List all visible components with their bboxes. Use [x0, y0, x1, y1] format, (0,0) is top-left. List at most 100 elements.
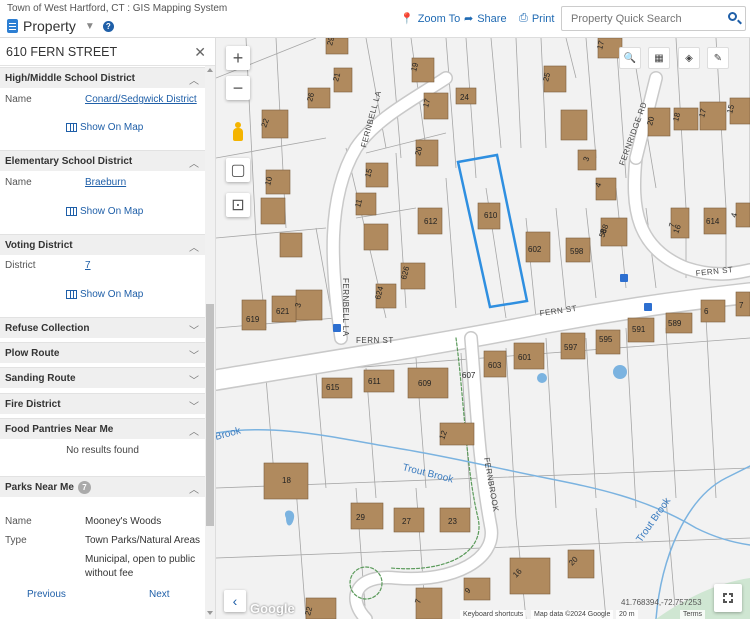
google-logo: Google — [250, 601, 295, 616]
roads — [216, 71, 750, 619]
property-doc-icon — [7, 19, 18, 33]
print-button[interactable]: ⎙ Print — [519, 12, 554, 25]
grid-icon[interactable]: ▦ — [648, 47, 670, 69]
share-button[interactable]: ➦ Share — [464, 12, 507, 26]
collapse-panel-button[interactable]: ‹ — [224, 590, 246, 612]
section-title: Refuse Collection — [5, 322, 90, 334]
measure-icon[interactable]: ⊡ — [226, 193, 250, 217]
scroll-up-icon[interactable] — [207, 68, 213, 72]
section-elementary[interactable]: Elementary School District ︿ — [0, 150, 205, 171]
chevron-up-icon[interactable]: ︿ — [189, 481, 199, 496]
parcel-number: 23 — [448, 517, 457, 526]
parcel-number: 611 — [368, 377, 381, 386]
search-icon[interactable] — [728, 12, 737, 21]
section-refuse[interactable]: Refuse Collection ﹀ — [0, 317, 205, 338]
chevron-up-icon[interactable]: ︿ — [189, 72, 199, 87]
water-label: Trout Brook — [401, 462, 455, 485]
voting-district-link[interactable]: 7 — [85, 260, 91, 271]
help-icon[interactable]: ? — [102, 20, 114, 32]
section-food-pantries[interactable]: Food Pantries Near Me ︿ — [0, 418, 205, 439]
zoom-to-button[interactable]: 📍 Zoom To — [400, 12, 460, 26]
chevron-down-icon[interactable]: ﹀ — [189, 372, 199, 387]
draw-tool-icon[interactable]: ✎ — [707, 47, 729, 69]
parcel-number: 589 — [668, 319, 682, 328]
section-parks[interactable]: Parks Near Me 7 ︿ — [0, 476, 205, 497]
show-on-map-label: Show On Map — [80, 122, 144, 133]
bus-stop-icon — [644, 303, 652, 311]
map-data-attribution: Map data ©2024 Google — [531, 610, 614, 619]
water-label: Brook — [216, 425, 243, 443]
parcel-number: 24 — [460, 93, 469, 102]
section-title: Voting District — [5, 239, 73, 251]
show-on-map-label: Show On Map — [80, 206, 144, 217]
section-fire[interactable]: Fire District ﹀ — [0, 393, 205, 414]
caret-down-icon[interactable]: ▼ — [85, 21, 95, 32]
show-on-map-button[interactable]: Show On Map — [66, 289, 143, 300]
parcel-number: 601 — [518, 353, 532, 362]
field-key: Name — [5, 177, 32, 188]
parcel-number: 18 — [282, 476, 291, 485]
park-type: Town Parks/Natural Areas — [85, 535, 201, 546]
show-on-map-label: Show On Map — [80, 289, 144, 300]
panel-title: 610 FERN STREET ✕ — [0, 38, 215, 66]
chevron-down-icon[interactable]: ﹀ — [189, 398, 199, 413]
app-switcher[interactable]: Property ▼ ? — [7, 17, 114, 35]
parcel-number: 603 — [488, 361, 502, 370]
street-label: FERNBELL LA — [341, 278, 350, 337]
parcel-number: 7 — [739, 301, 744, 310]
map-icon — [66, 123, 77, 132]
parcel-number: 619 — [246, 315, 260, 324]
show-on-map-button[interactable]: Show On Map — [66, 122, 143, 133]
parcel-number: 598 — [570, 247, 584, 256]
section-title: Plow Route — [5, 347, 60, 359]
layers-icon[interactable]: ◈ — [678, 47, 700, 69]
map-type-icon[interactable]: ▢ — [226, 158, 250, 182]
count-badge: 7 — [77, 480, 91, 494]
app-name: Property — [23, 18, 76, 34]
parcel-number: 595 — [599, 335, 613, 344]
app: Town of West Hartford, CT : GIS Mapping … — [0, 0, 750, 619]
park-desc-line1: Municipal, open to public — [85, 554, 196, 565]
selected-parcel-number: 610 — [484, 211, 498, 220]
print-label: Print — [531, 12, 555, 25]
panel-scrollbar[interactable] — [205, 66, 215, 619]
property-search-input[interactable] — [562, 12, 722, 25]
chevron-down-icon[interactable]: ﹀ — [189, 347, 199, 362]
parcel-number: 612 — [424, 217, 438, 226]
share-icon: ➦ — [464, 13, 474, 25]
chevron-up-icon[interactable]: ︿ — [189, 423, 199, 438]
previous-link[interactable]: Previous — [27, 589, 66, 600]
section-plow[interactable]: Plow Route ﹀ — [0, 342, 205, 363]
elementary-link[interactable]: Braeburn — [85, 177, 126, 188]
zoom-in-button[interactable]: + — [226, 46, 250, 70]
field-key: Type — [5, 535, 27, 546]
scroll-thumb[interactable] — [206, 304, 214, 526]
scroll-down-icon[interactable] — [207, 611, 213, 615]
keyboard-shortcuts-link[interactable]: Keyboard shortcuts — [460, 610, 527, 619]
section-title: Parks Near Me — [5, 481, 74, 493]
fullscreen-button[interactable] — [714, 584, 742, 612]
section-sanding[interactable]: Sanding Route ﹀ — [0, 367, 205, 388]
section-voting[interactable]: Voting District ︿ — [0, 234, 205, 255]
show-on-map-button[interactable]: Show On Map — [66, 206, 143, 217]
map-view[interactable]: FERN ST FERN ST FERN ST FERNBELL LA FERN… — [216, 38, 750, 619]
next-link[interactable]: Next — [149, 589, 170, 600]
chevron-up-icon[interactable]: ︿ — [189, 239, 199, 254]
street-label: FERN ST — [356, 336, 394, 345]
close-icon[interactable]: ✕ — [194, 44, 206, 61]
fullscreen-icon — [722, 592, 736, 606]
street-view-pegman-icon[interactable] — [226, 118, 250, 146]
terms-link[interactable]: Terms — [680, 610, 706, 619]
map-icon — [66, 290, 77, 299]
park-desc-line2: without fee — [85, 568, 134, 579]
zoom-out-button[interactable]: − — [226, 76, 250, 100]
property-panel: 610 FERN STREET ✕ High/Middle School Dis… — [0, 38, 216, 619]
panel-title-text: 610 FERN STREET — [6, 44, 118, 59]
chevron-down-icon[interactable]: ﹀ — [189, 322, 199, 337]
chevron-up-icon[interactable]: ︿ — [189, 155, 199, 170]
no-results-text: No results found — [66, 445, 139, 456]
parcel-number: 591 — [632, 325, 646, 334]
search-map-icon[interactable]: 🔍 — [619, 47, 641, 69]
high-middle-link[interactable]: Conard/Sedgwick District — [85, 94, 197, 105]
section-high-middle[interactable]: High/Middle School District ︿ — [0, 67, 205, 88]
